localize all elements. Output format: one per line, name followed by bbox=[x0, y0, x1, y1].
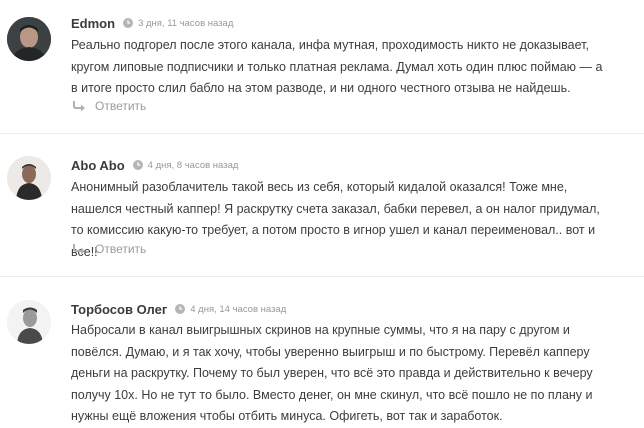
reply-button[interactable]: Ответить bbox=[73, 240, 146, 258]
reply-arrow-icon bbox=[73, 244, 85, 255]
comment-text: Набросали в канал выигрышных скринов на … bbox=[71, 323, 593, 423]
clock-icon bbox=[132, 160, 143, 170]
comment-timestamp: 4 дня, 8 часов назад bbox=[147, 159, 239, 171]
clock-icon bbox=[123, 18, 134, 28]
comment-text: Анонимный разоблачитель такой весь из се… bbox=[71, 180, 600, 259]
clock-icon bbox=[175, 304, 186, 314]
comment-timestamp: 3 дня, 11 часов назад bbox=[138, 17, 234, 29]
comment-author[interactable]: Торбосов Олег bbox=[71, 302, 167, 317]
comment-text: Реально подгорел после этого канала, инф… bbox=[71, 38, 603, 95]
avatar[interactable] bbox=[7, 17, 51, 61]
reply-label: Ответить bbox=[95, 242, 147, 256]
reply-arrow-icon bbox=[73, 101, 85, 112]
reply-button[interactable]: Ответить bbox=[73, 97, 146, 115]
reply-label: Ответить bbox=[95, 99, 147, 113]
avatar[interactable] bbox=[7, 300, 51, 344]
divider bbox=[0, 133, 644, 134]
comment-author[interactable]: Abo Abo bbox=[71, 158, 125, 173]
comment-author[interactable]: Edmon bbox=[71, 16, 115, 31]
divider bbox=[0, 276, 644, 277]
avatar[interactable] bbox=[7, 156, 51, 200]
comment-timestamp: 4 дня, 14 часов назад bbox=[190, 303, 287, 315]
